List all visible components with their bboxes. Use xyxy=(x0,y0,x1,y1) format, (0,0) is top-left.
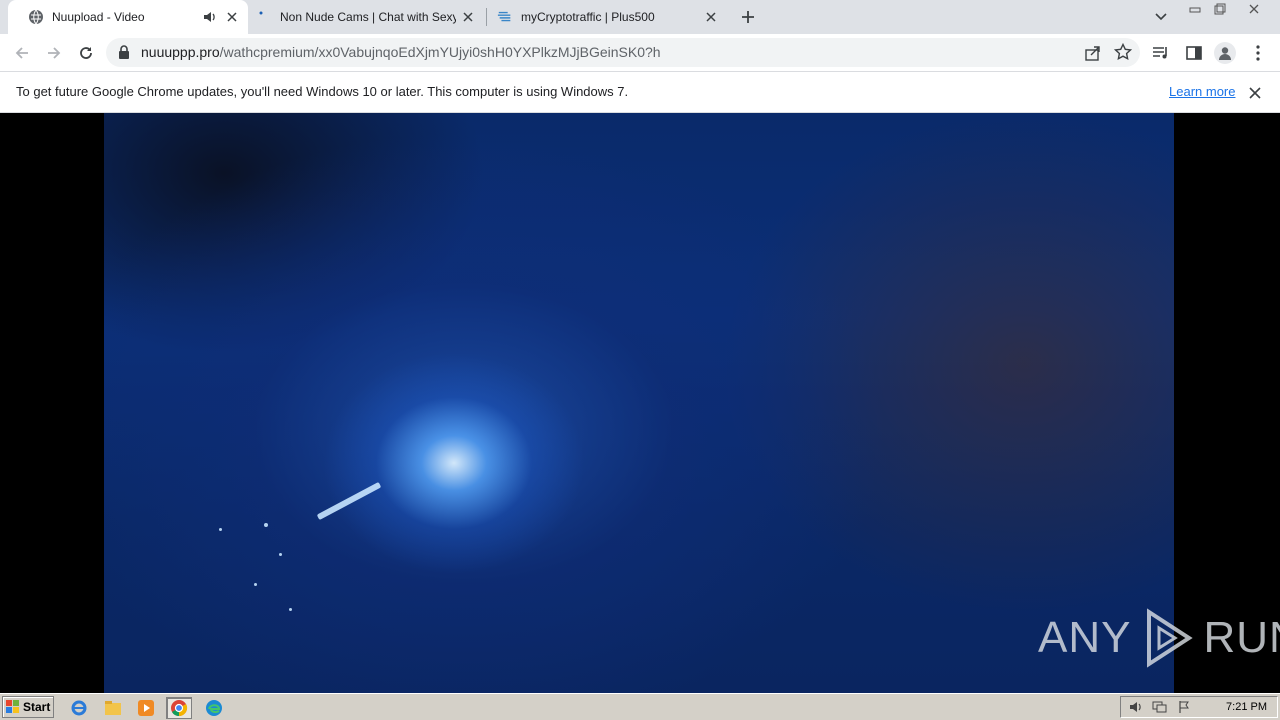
forward-arrow-icon[interactable] xyxy=(41,40,67,66)
spark xyxy=(219,528,222,531)
internet-explorer-icon[interactable] xyxy=(66,697,92,719)
site-favicon-icon xyxy=(256,9,272,25)
close-tab-icon[interactable] xyxy=(460,9,476,25)
side-panel-icon[interactable] xyxy=(1183,42,1205,64)
media-player-icon[interactable] xyxy=(133,697,159,719)
watermark-text-left: ANY xyxy=(1038,613,1132,662)
browser-toolbar: nuuuppp.pro/wathcpremium/xx0VabujnqoEdXj… xyxy=(0,34,1280,72)
windows-flag-icon xyxy=(6,700,20,714)
share-icon[interactable] xyxy=(1084,44,1102,62)
video-player[interactable] xyxy=(104,113,1174,693)
media-control-icon[interactable] xyxy=(1150,42,1172,64)
profile-avatar-icon[interactable] xyxy=(1214,42,1236,64)
light-streak xyxy=(316,481,382,521)
url-text[interactable]: nuuuppp.pro/wathcpremium/xx0VabujnqoEdXj… xyxy=(141,44,661,60)
page-content xyxy=(0,113,1280,693)
start-label: Start xyxy=(23,700,51,714)
spark xyxy=(289,608,292,611)
tab-title: Nuupload - Video xyxy=(52,10,145,24)
chrome-icon[interactable] xyxy=(166,697,192,719)
network-icon[interactable] xyxy=(1151,699,1169,715)
file-explorer-icon[interactable] xyxy=(100,697,126,719)
bookmark-star-icon[interactable] xyxy=(1113,42,1133,61)
tab-search-chevron-icon[interactable] xyxy=(1150,6,1172,28)
system-tray: 7:21 PM xyxy=(1120,696,1278,718)
address-bar[interactable]: nuuuppp.pro/wathcpremium/xx0VabujnqoEdXj… xyxy=(106,38,1140,67)
start-button[interactable]: Start xyxy=(2,696,54,718)
infobar-message: To get future Google Chrome updates, you… xyxy=(16,84,629,99)
windows-taskbar: Start 7:21 PM xyxy=(0,693,1280,720)
globe-icon xyxy=(28,9,44,25)
tab-strip: Nuupload - Video Non Nude Cams | Chat wi… xyxy=(0,0,1280,34)
tab-mycryptotraffic[interactable]: myCryptotraffic | Plus500 xyxy=(487,0,727,34)
back-arrow-icon[interactable] xyxy=(9,40,35,66)
speaker-icon[interactable] xyxy=(202,9,218,25)
kebab-menu-icon[interactable] xyxy=(1247,42,1269,64)
update-infobar: To get future Google Chrome updates, you… xyxy=(0,72,1280,113)
restore-icon[interactable] xyxy=(1209,1,1231,17)
tab-non-nude-cams[interactable]: Non Nude Cams | Chat with Sexy No xyxy=(248,0,484,34)
plus500-icon xyxy=(497,9,513,25)
taskbar-clock[interactable]: 7:21 PM xyxy=(1226,701,1267,713)
reload-icon[interactable] xyxy=(73,40,99,66)
close-tab-icon[interactable] xyxy=(703,9,719,25)
learn-more-link[interactable]: Learn more xyxy=(1169,84,1235,99)
anyrun-watermark: ANY RUN xyxy=(1038,608,1280,668)
edge-icon[interactable] xyxy=(201,697,227,719)
new-tab-button[interactable] xyxy=(736,5,760,29)
close-tab-icon[interactable] xyxy=(224,9,240,25)
volume-icon[interactable] xyxy=(1127,699,1145,715)
close-infobar-icon[interactable] xyxy=(1247,85,1263,101)
action-center-flag-icon[interactable] xyxy=(1175,699,1193,715)
close-window-icon[interactable] xyxy=(1242,1,1266,17)
watermark-text-right: RUN xyxy=(1203,613,1280,662)
spark xyxy=(279,553,282,556)
spark xyxy=(264,523,268,527)
url-path: /wathcpremium/xx0VabujnqoEdXjmYUjyi0shH0… xyxy=(219,44,661,60)
spark xyxy=(254,583,257,586)
tab-title: myCryptotraffic | Plus500 xyxy=(521,10,655,24)
url-host: nuuuppp.pro xyxy=(141,44,220,60)
tab-nuupload-video[interactable]: Nuupload - Video xyxy=(8,0,248,34)
play-triangle-icon xyxy=(1137,608,1197,668)
minimize-icon[interactable] xyxy=(1184,1,1206,17)
lock-icon[interactable] xyxy=(118,45,132,59)
tab-title: Non Nude Cams | Chat with Sexy No xyxy=(280,10,456,24)
